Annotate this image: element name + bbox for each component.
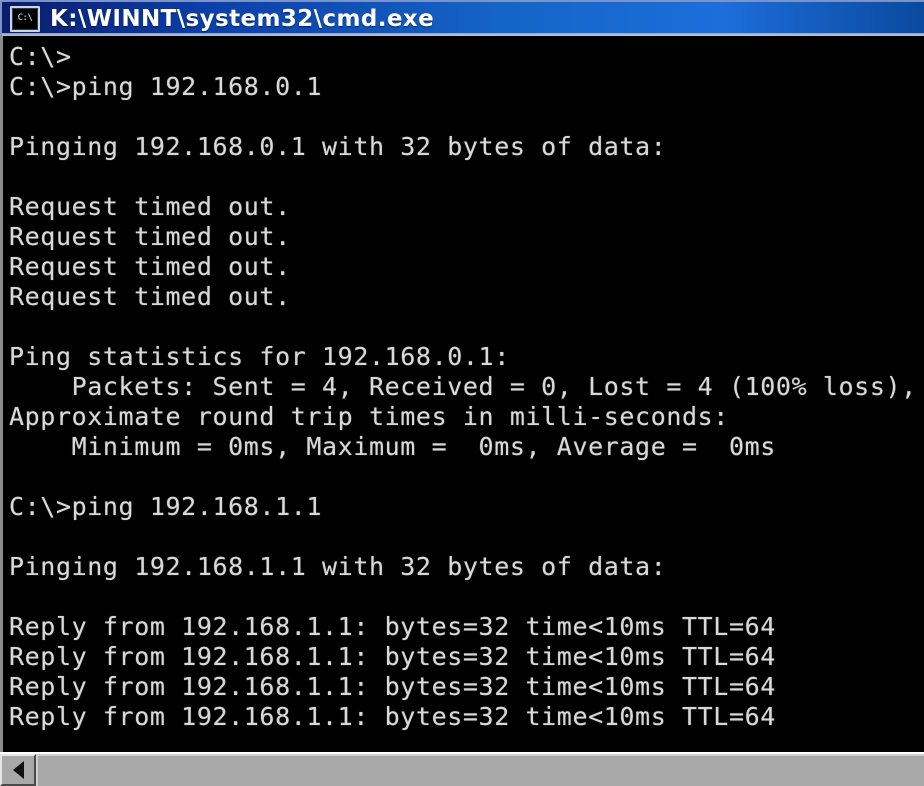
console-area[interactable]: C:\> C:\>ping 192.168.0.1 Pinging 192.168… [0,36,924,752]
console-line: C:\> [9,42,72,71]
scrollbar-trough[interactable] [36,754,924,786]
cmd-icon-label: C:\ [17,12,33,23]
scrollbar-thumb[interactable] [38,756,924,786]
horizontal-scrollbar[interactable] [0,752,924,786]
window-titlebar[interactable]: C:\ K:\WINNT\system32\cmd.exe [0,0,924,36]
cmd-console-icon: C:\ [10,6,40,32]
console-line: Reply from 192.168.1.1: bytes=32 time<10… [9,672,776,701]
console-line: Packets: Sent = 4, Received = 0, Lost = … [9,372,917,401]
console-line: Minimum = 0ms, Maximum = 0ms, Average = … [9,432,776,461]
console-line: Request timed out. [9,282,291,311]
console-line: C:\>ping 192.168.0.1 [9,72,323,101]
console-line: Pinging 192.168.0.1 with 32 bytes of dat… [9,132,667,161]
scroll-left-button[interactable] [0,754,36,786]
console-line: Request timed out. [9,222,291,251]
console-line: Reply from 192.168.1.1: bytes=32 time<10… [9,612,776,641]
console-line: C:\>ping 192.168.1.1 [9,492,323,521]
window-title: K:\WINNT\system32\cmd.exe [50,6,435,32]
console-line: Reply from 192.168.1.1: bytes=32 time<10… [9,702,776,731]
console-line: Approximate round trip times in milli-se… [9,402,729,431]
console-line: Request timed out. [9,192,291,221]
console-line: Pinging 192.168.1.1 with 32 bytes of dat… [9,552,667,581]
arrow-left-icon [12,761,24,779]
cmd-window: C:\ K:\WINNT\system32\cmd.exe C:\> C:\>pi… [0,0,924,786]
console-line: Ping statistics for 192.168.0.1: [9,342,510,371]
console-line: Reply from 192.168.1.1: bytes=32 time<10… [9,642,776,671]
console-line: Request timed out. [9,252,291,281]
console-output[interactable]: C:\> C:\>ping 192.168.0.1 Pinging 192.168… [3,36,924,752]
